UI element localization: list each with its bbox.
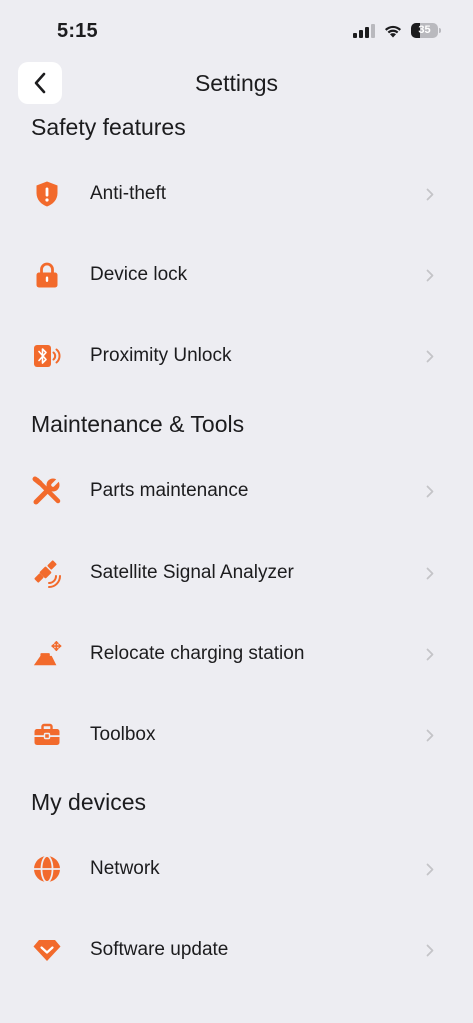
charging-station-move-icon <box>32 639 62 669</box>
section-header-my-devices: My devices <box>31 789 147 815</box>
settings-item-label: Software update <box>90 939 229 960</box>
globe-icon <box>32 854 62 884</box>
settings-item-parts-maintenance[interactable]: Parts maintenance <box>0 461 473 521</box>
wrench-screwdriver-icon <box>32 476 62 506</box>
bluetooth-unlock-icon <box>32 341 62 371</box>
battery-level: 35 <box>418 24 431 36</box>
settings-item-software-update[interactable]: Software update <box>0 920 473 980</box>
chevron-right-icon <box>425 647 435 661</box>
status-time: 5:15 <box>57 20 98 42</box>
settings-item-label: Network <box>90 858 160 879</box>
settings-item-device-lock[interactable]: Device lock <box>0 245 473 305</box>
wifi-icon <box>383 23 403 38</box>
settings-item-label: Toolbox <box>90 724 156 745</box>
page-title: Settings <box>194 70 279 96</box>
chevron-right-icon <box>425 349 435 363</box>
diamond-update-icon <box>32 935 62 965</box>
battery-icon: 35 <box>411 23 441 38</box>
cellular-signal-icon <box>353 23 375 38</box>
status-bar: 5:15 35 <box>0 0 473 64</box>
shield-alert-icon <box>32 179 62 209</box>
chevron-right-icon <box>425 484 435 498</box>
chevron-right-icon <box>425 187 435 201</box>
chevron-right-icon <box>425 728 435 742</box>
lock-icon <box>32 260 62 290</box>
section-header-safety-features: Safety features <box>31 114 186 140</box>
settings-item-relocate-charging-station[interactable]: Relocate charging station <box>0 624 473 684</box>
toolbox-icon <box>32 720 62 750</box>
chevron-right-icon <box>425 566 435 580</box>
chevron-right-icon <box>425 268 435 282</box>
settings-item-label: Satellite Signal Analyzer <box>90 562 294 583</box>
section-header-maintenance-tools: Maintenance & Tools <box>31 411 245 437</box>
settings-item-label: Proximity Unlock <box>90 345 232 366</box>
settings-item-satellite-signal-analyzer[interactable]: Satellite Signal Analyzer <box>0 543 473 603</box>
settings-item-proximity-unlock[interactable]: Proximity Unlock <box>0 326 473 386</box>
chevron-right-icon <box>425 862 435 876</box>
settings-item-label: Anti-theft <box>90 183 167 204</box>
settings-item-toolbox[interactable]: Toolbox <box>0 705 473 765</box>
settings-item-anti-theft[interactable]: Anti-theft <box>0 164 473 224</box>
satellite-icon <box>32 558 62 588</box>
status-indicators: 35 <box>353 23 441 38</box>
settings-item-network[interactable]: Network <box>0 839 473 899</box>
settings-item-label: Device lock <box>90 264 188 285</box>
settings-item-label: Parts maintenance <box>90 480 249 501</box>
settings-item-label: Relocate charging station <box>90 643 305 664</box>
chevron-right-icon <box>425 943 435 957</box>
